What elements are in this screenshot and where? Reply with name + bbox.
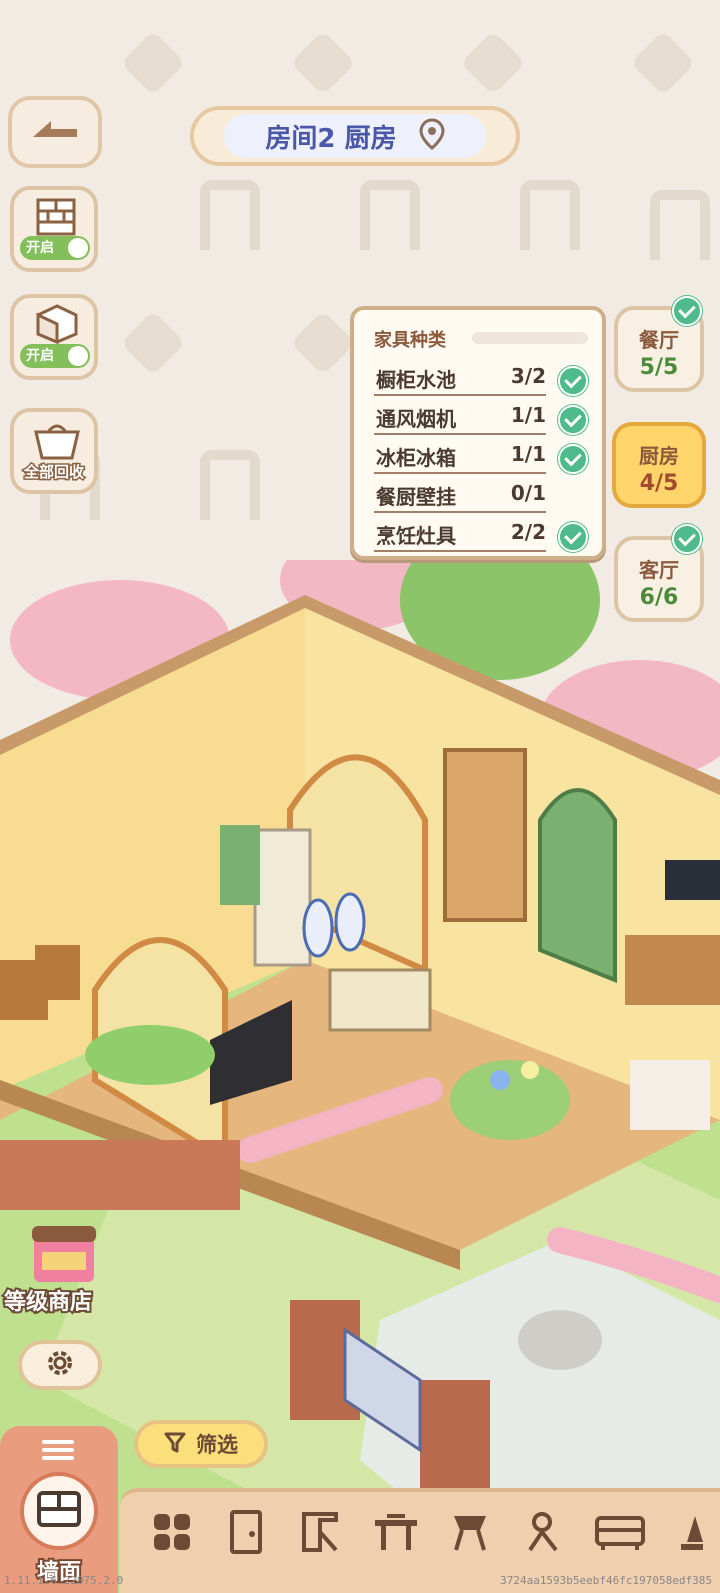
build-hash-text: 3724aa1593b5eebf46fc197058edf385 (500, 1574, 712, 1587)
furniture-item-name: 通风烟机 (376, 407, 456, 431)
level-shop-button[interactable]: 等级商店 (2, 1222, 116, 1317)
settings-button[interactable] (18, 1340, 102, 1390)
room-tab-count: 4/5 (639, 471, 679, 496)
back-arrow-icon (29, 115, 81, 149)
filter-button[interactable]: 筛选 (134, 1420, 268, 1468)
cabinet-icon[interactable] (594, 1506, 646, 1558)
level-shop-label: 等级商店 (2, 1288, 94, 1317)
furniture-item-name: 餐厨壁挂 (376, 485, 456, 509)
furniture-item-count: 1/1 (510, 403, 546, 427)
toggle-label: 开启 (26, 348, 54, 364)
room-tab-name: 餐厅 (639, 328, 679, 352)
furniture-item-count: 2/2 (510, 520, 546, 544)
cube-floor-icon (36, 304, 78, 348)
check-icon (558, 366, 588, 396)
wall-icon (37, 1489, 81, 1533)
wall-category-tab[interactable]: 墙面 (0, 1426, 118, 1593)
room-title-bar[interactable]: 房间2 厨房 (190, 106, 520, 166)
toggle-knob (68, 346, 88, 366)
check-icon (558, 522, 588, 552)
furniture-item: 烹饪灶具 2/2 (374, 516, 546, 552)
version-text: 1.11.1.6.22075.2.0 (4, 1574, 124, 1587)
gear-icon (45, 1348, 75, 1382)
wall-frame-icon[interactable] (294, 1506, 346, 1558)
furniture-item-name: 冰柜冰箱 (376, 446, 456, 470)
room-tab-name: 客厅 (639, 558, 679, 582)
back-button[interactable] (8, 96, 102, 168)
basket-icon (30, 420, 84, 464)
page-title: 房间2 厨房 (265, 123, 397, 154)
door-icon[interactable] (220, 1506, 272, 1558)
check-icon (672, 296, 702, 326)
brick-wall-icon (36, 198, 76, 240)
table-icon[interactable] (370, 1506, 422, 1558)
lamp-icon[interactable] (666, 1506, 718, 1558)
room-tab-name: 厨房 (639, 444, 679, 468)
panel-title: 家具种类 (374, 330, 446, 351)
recycle-label: 全部回收 (22, 462, 85, 483)
panel-title-bar (472, 332, 588, 344)
furniture-category-panel: 家具种类 橱柜水池 3/2 通风烟机 1/1 冰柜冰箱 1/1 餐厨壁挂 0/1… (350, 306, 606, 560)
check-icon (558, 405, 588, 435)
furniture-item: 餐厨壁挂 0/1 (374, 477, 546, 513)
grid-icon[interactable] (146, 1506, 198, 1558)
furniture-item: 橱柜水池 3/2 (374, 360, 546, 396)
map-pin-icon[interactable] (419, 118, 445, 154)
recycle-all-button[interactable]: 全部回收 (10, 408, 98, 494)
room-tab-count: 5/5 (639, 355, 679, 380)
plant-stand-icon[interactable] (444, 1506, 496, 1558)
furniture-item-count: 0/1 (510, 481, 546, 505)
check-icon (558, 444, 588, 474)
furniture-item-count: 1/1 (510, 442, 546, 466)
shop-stall-icon (28, 1222, 100, 1292)
furniture-item-count: 3/2 (510, 364, 546, 388)
person-icon[interactable] (518, 1506, 570, 1558)
toggle-switch[interactable]: 开启 (20, 344, 90, 368)
toggle-knob (68, 238, 88, 258)
toggle-label: 开启 (26, 240, 54, 256)
filter-label: 筛选 (196, 1433, 238, 1457)
list-icon[interactable] (42, 1438, 74, 1466)
funnel-icon (164, 1431, 186, 1458)
check-icon (672, 524, 702, 554)
room-tab-count: 6/6 (639, 585, 679, 610)
furniture-item: 冰柜冰箱 1/1 (374, 438, 546, 474)
wall-visibility-toggle[interactable]: 开启 (10, 186, 98, 272)
furniture-item-name: 橱柜水池 (376, 368, 456, 392)
floor-visibility-toggle[interactable]: 开启 (10, 294, 98, 380)
toggle-switch[interactable]: 开启 (20, 236, 90, 260)
room-tab-kitchen[interactable]: 厨房 4/5 (612, 422, 706, 508)
furniture-item-name: 烹饪灶具 (376, 524, 456, 548)
furniture-item: 通风烟机 1/1 (374, 399, 546, 435)
